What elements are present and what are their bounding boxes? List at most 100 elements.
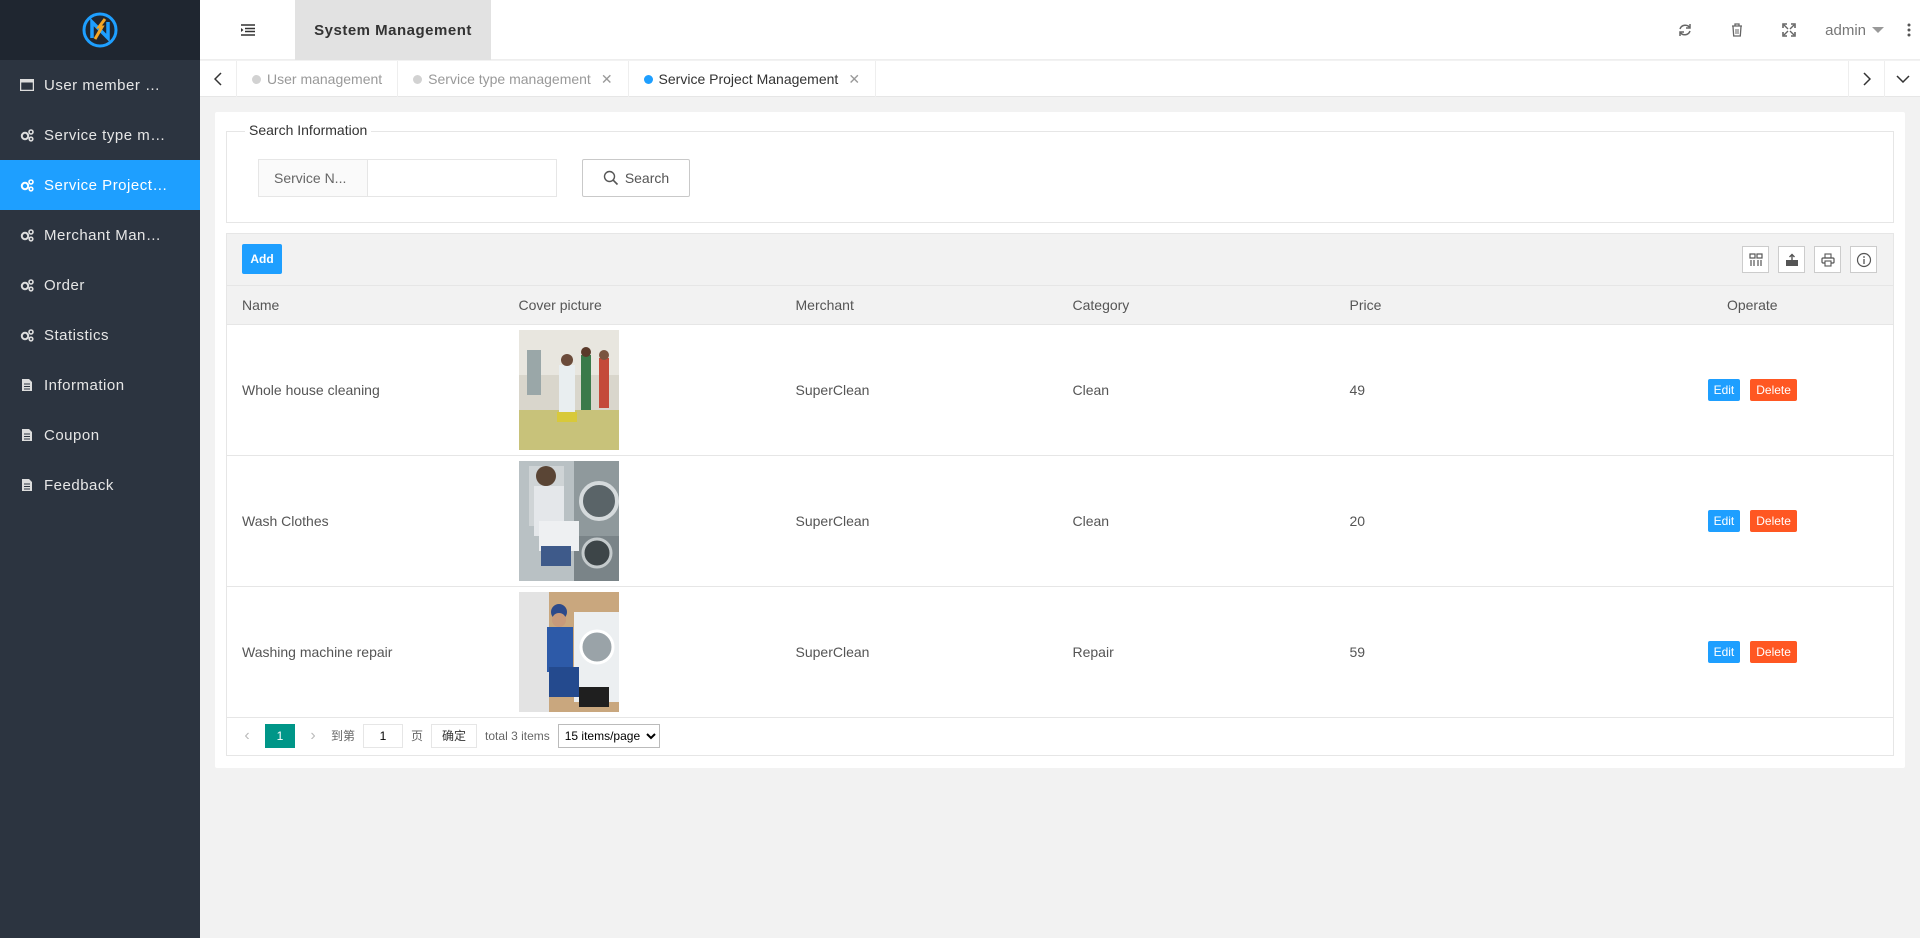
info-icon[interactable] (1850, 246, 1877, 273)
sidebar-item-service-project[interactable]: Service Project Management (0, 160, 200, 210)
main-card: Search Information Service N... Search A… (215, 112, 1905, 768)
columns-filter-icon[interactable] (1742, 246, 1769, 273)
cell-category: Clean (1057, 324, 1335, 456)
tab-dot (413, 74, 423, 84)
sidebar: User member management Service type mana… (0, 0, 200, 938)
add-button[interactable]: Add (242, 244, 282, 274)
col-header-category[interactable]: Category (1057, 285, 1335, 325)
sidebar-item-coupon[interactable]: Coupon (0, 410, 200, 460)
sidebar-item-user-member[interactable]: User member management (0, 60, 200, 110)
page-tabs-bar: User management Service type management … (200, 61, 1920, 97)
row-actions-group: Edit Delete (1707, 510, 1797, 532)
sidebar-item-label: Information (44, 376, 125, 394)
prev-page-icon[interactable]: ‹ (237, 724, 257, 748)
search-legend: Search Information (245, 122, 372, 138)
menu-toggle-icon[interactable] (240, 22, 256, 38)
service-name-input[interactable] (367, 159, 557, 197)
cell-price: 49 (1334, 324, 1612, 456)
gears-icon (20, 128, 34, 142)
sidebar-item-order[interactable]: Order (0, 260, 200, 310)
sidebar-item-label: Coupon (44, 426, 100, 444)
export-icon[interactable] (1778, 246, 1805, 273)
sidebar-item-statistics[interactable]: Statistics (0, 310, 200, 360)
tab-label: Service Project Management (658, 71, 839, 87)
cover-image-cleaning[interactable] (518, 330, 619, 450)
file-icon (20, 428, 34, 442)
system-management-tab[interactable]: System Management (295, 0, 491, 60)
cover-image-laundry[interactable] (518, 461, 619, 581)
sidebar-menu: User member management Service type mana… (0, 60, 200, 510)
col-header-cover[interactable]: Cover picture (503, 285, 781, 325)
top-header: System Management admin (200, 0, 1920, 60)
table-tools (1742, 246, 1877, 273)
goto-page-input[interactable] (363, 723, 404, 748)
tabs-dropdown-icon[interactable] (1884, 61, 1920, 97)
tab-dot (643, 74, 653, 84)
total-count: total 3 items (485, 728, 550, 743)
edit-button[interactable]: Edit (1707, 641, 1741, 663)
tab-user-management[interactable]: User management (237, 61, 399, 97)
cell-category: Clean (1057, 455, 1335, 587)
tab-service-type-management[interactable]: Service type management ✕ (398, 61, 629, 97)
page-size-select[interactable]: 15 items/page (557, 723, 660, 748)
col-header-name[interactable]: Name (226, 285, 504, 325)
user-menu[interactable]: admin (1815, 22, 1898, 39)
edit-button[interactable]: Edit (1707, 379, 1741, 401)
service-project-table: Name Cover picture Merchant Category Pri… (226, 285, 1894, 718)
chevron-down-icon (1872, 27, 1884, 33)
goto-suffix: 页 (411, 729, 424, 743)
row-actions-group: Edit Delete (1707, 379, 1797, 401)
page-number-current[interactable]: 1 (265, 723, 295, 748)
col-header-operate[interactable]: Operate (1611, 285, 1894, 325)
app-logo[interactable] (80, 10, 120, 50)
refresh-icon[interactable] (1659, 0, 1711, 60)
sidebar-item-service-type[interactable]: Service type management (0, 110, 200, 160)
sidebar-item-information[interactable]: Information (0, 360, 200, 410)
cell-cover (503, 455, 781, 587)
fullscreen-icon[interactable] (1763, 0, 1815, 60)
sidebar-item-label: Statistics (44, 326, 110, 344)
delete-button[interactable]: Delete (1750, 641, 1797, 663)
close-icon[interactable]: ✕ (601, 71, 613, 88)
gears-icon (20, 278, 34, 292)
header-actions: admin (1659, 0, 1920, 60)
sidebar-item-label: Service type management (44, 126, 169, 144)
cell-operate: Edit Delete (1611, 586, 1894, 718)
search-panel: Search Information Service N... Search (226, 122, 1894, 223)
cell-price: 59 (1334, 586, 1612, 718)
table-toolbar: Add (226, 233, 1894, 285)
tabs-scroll-left-icon[interactable] (200, 61, 237, 97)
delete-button[interactable]: Delete (1750, 510, 1797, 532)
sidebar-item-feedback[interactable]: Feedback (0, 460, 200, 510)
cell-cover (503, 586, 781, 718)
trash-icon[interactable] (1711, 0, 1763, 60)
col-header-merchant[interactable]: Merchant (780, 285, 1058, 325)
cell-category: Repair (1057, 586, 1335, 718)
delete-button[interactable]: Delete (1750, 379, 1797, 401)
tab-service-project-management[interactable]: Service Project Management ✕ (629, 61, 877, 97)
print-icon[interactable] (1814, 246, 1841, 273)
edit-button[interactable]: Edit (1707, 510, 1741, 532)
row-actions-group: Edit Delete (1707, 641, 1797, 663)
search-icon (603, 170, 618, 186)
goto-confirm-button[interactable]: 确定 (431, 723, 478, 748)
gears-icon (20, 228, 34, 242)
next-page-icon[interactable]: › (303, 724, 323, 748)
close-icon[interactable]: ✕ (848, 71, 860, 88)
file-icon (20, 378, 34, 392)
gears-icon (20, 328, 34, 342)
more-vertical-icon[interactable] (1898, 0, 1920, 60)
cover-image-repair[interactable] (518, 592, 619, 712)
table-header-row: Name Cover picture Merchant Category Pri… (226, 285, 1894, 325)
sidebar-item-merchant[interactable]: Merchant Management (0, 210, 200, 260)
username: admin (1825, 21, 1866, 39)
col-header-price[interactable]: Price (1334, 285, 1612, 325)
sidebar-item-label: User member management (44, 76, 169, 94)
goto-prefix: 到第 (331, 729, 356, 743)
window-icon (20, 78, 34, 92)
cell-merchant: SuperClean (780, 586, 1058, 718)
tab-dot (252, 74, 261, 84)
search-button[interactable]: Search (582, 159, 690, 197)
cell-merchant: SuperClean (780, 324, 1058, 456)
tabs-scroll-right-icon[interactable] (1848, 61, 1884, 97)
